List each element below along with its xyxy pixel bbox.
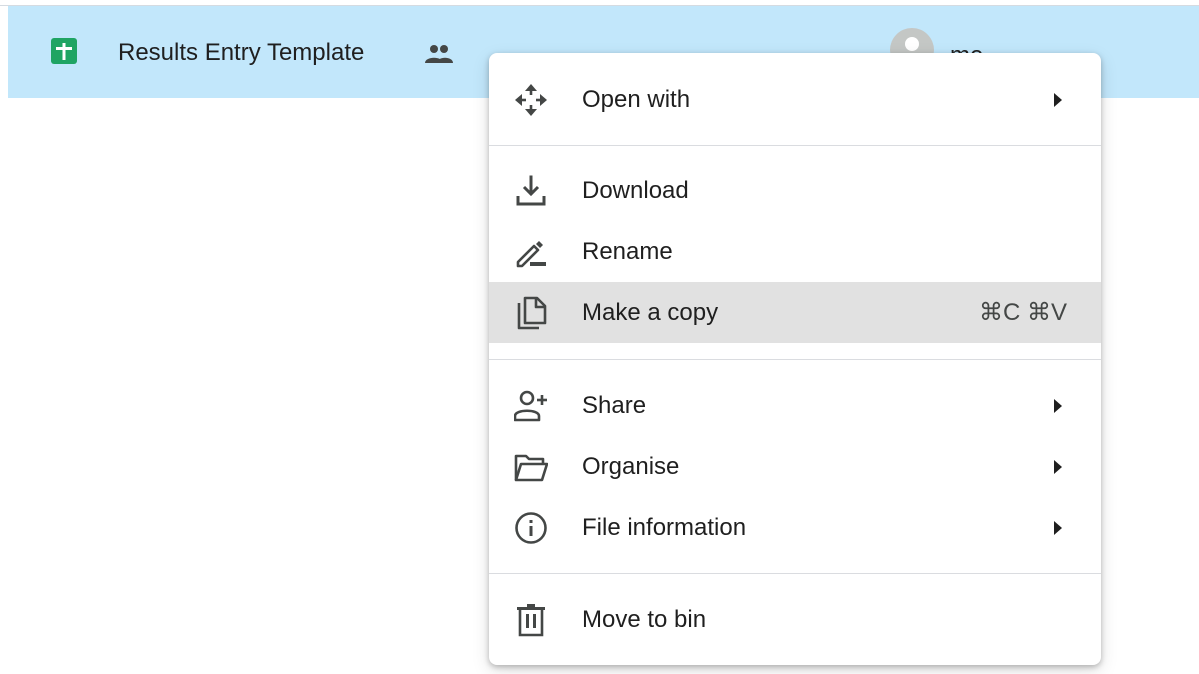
menu-item-label: Open with	[582, 86, 691, 113]
menu-item-move-to-bin[interactable]: Move to bin	[489, 589, 1101, 650]
move-arrows-icon	[514, 83, 548, 117]
file-name[interactable]: Results Entry Template	[118, 39, 364, 67]
menu-divider	[489, 145, 1101, 146]
menu-divider	[489, 573, 1101, 574]
pencil-icon	[514, 235, 548, 269]
menu-item-label: Organise	[582, 453, 680, 480]
menu-divider	[489, 359, 1101, 360]
menu-item-download[interactable]: Download	[489, 160, 1101, 221]
submenu-arrow-icon	[1053, 459, 1063, 475]
submenu-arrow-icon	[1053, 398, 1063, 414]
download-icon	[514, 174, 548, 208]
menu-item-label: Make a copy	[582, 299, 719, 326]
google-sheets-icon	[50, 37, 78, 65]
menu-item-label: Download	[582, 177, 689, 204]
menu-item-label: Move to bin	[582, 606, 707, 633]
context-menu: Open with Download Rename Make a copy ⌘C…	[489, 53, 1101, 665]
trash-icon	[514, 603, 548, 637]
person-add-icon	[514, 389, 548, 423]
menu-item-rename[interactable]: Rename	[489, 221, 1101, 282]
shared-people-icon	[423, 44, 455, 64]
menu-item-open-with[interactable]: Open with	[489, 69, 1101, 130]
menu-item-label: Share	[582, 392, 647, 419]
menu-item-label: Rename	[582, 238, 673, 265]
copy-icon	[514, 296, 548, 330]
menu-item-file-information[interactable]: File information	[489, 497, 1101, 558]
menu-item-organise[interactable]: Organise	[489, 436, 1101, 497]
menu-item-make-a-copy[interactable]: Make a copy ⌘C ⌘V	[489, 282, 1101, 343]
menu-item-label: File information	[582, 514, 747, 541]
submenu-arrow-icon	[1053, 92, 1063, 108]
keyboard-shortcut: ⌘C ⌘V	[978, 299, 1067, 326]
folder-open-icon	[514, 450, 548, 484]
avatar-head-shape	[905, 37, 919, 51]
info-icon	[514, 511, 548, 545]
menu-item-share[interactable]: Share	[489, 375, 1101, 436]
submenu-arrow-icon	[1053, 520, 1063, 536]
